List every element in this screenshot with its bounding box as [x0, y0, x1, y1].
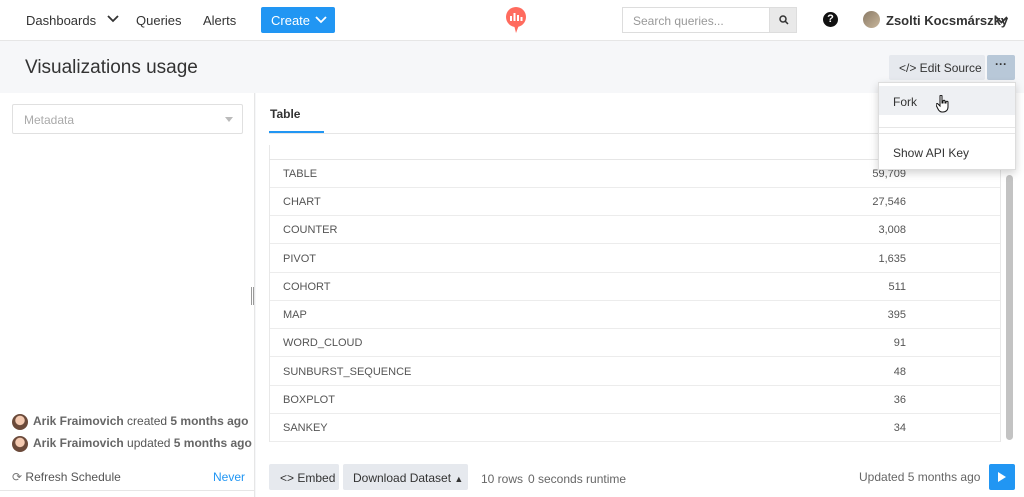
schema-placeholder: Metadata — [24, 113, 75, 127]
avatar — [12, 414, 28, 430]
embed-button[interactable]: <> Embed — [269, 464, 339, 490]
avatar[interactable] — [863, 11, 880, 28]
chevron-down-icon[interactable] — [995, 14, 1008, 26]
table-row: SANKEY 34 — [270, 414, 1000, 442]
tab-table[interactable]: Table — [270, 107, 300, 121]
caret-up-icon: ▲ — [454, 474, 464, 484]
cell-type: SUNBURST_SEQUENCE — [283, 366, 412, 378]
table-row: MAP 395 — [270, 301, 1000, 329]
create-label: Create — [271, 13, 311, 28]
row-count: 10 rows — [481, 472, 524, 486]
resize-handle[interactable] — [251, 287, 254, 305]
cell-count: 91 — [893, 337, 906, 349]
cell-type: SANKEY — [283, 422, 328, 434]
caret-down-icon — [225, 117, 233, 122]
creator-name: Arik Fraimovich — [33, 414, 124, 429]
cell-count: 36 — [893, 394, 906, 406]
created-time: 5 months ago — [170, 414, 249, 429]
cell-count: 48 — [893, 366, 906, 378]
download-label: Download Dataset — [353, 471, 452, 485]
chevron-down-icon — [315, 16, 327, 24]
cell-type: PIVOT — [283, 253, 317, 265]
page-title[interactable]: Visualizations usage — [25, 57, 198, 79]
redash-logo-icon[interactable] — [504, 6, 528, 34]
cell-count: 511 — [888, 281, 906, 293]
cell-type: WORD_CLOUD — [283, 337, 363, 349]
refresh-icon: ⟳ — [12, 470, 23, 484]
cell-type: MAP — [283, 309, 307, 321]
updated-info: Arik Fraimovich updated 5 months ago — [12, 436, 252, 452]
updated-time: 5 months ago — [173, 436, 252, 451]
cell-type: COUNTER — [283, 224, 338, 236]
table-row: COHORT 511 — [270, 273, 1000, 301]
nav-alerts[interactable]: Alerts — [203, 13, 236, 28]
runtime: 0 seconds runtime — [528, 472, 627, 486]
nav-queries[interactable]: Queries — [136, 13, 182, 28]
table-row: WORD_CLOUD 91 — [270, 329, 1000, 357]
table-row: SUNBURST_SEQUENCE 48 — [270, 358, 1000, 386]
play-icon — [998, 472, 1006, 482]
updated-time-footer: Updated 5 months ago — [859, 470, 981, 484]
create-button[interactable]: Create — [261, 7, 335, 33]
cell-count: 3,008 — [878, 224, 906, 236]
created-info: Arik Fraimovich created 5 months ago — [12, 414, 248, 430]
cell-count: 34 — [893, 422, 906, 434]
avatar — [12, 436, 28, 452]
table-row: BOXPLOT 36 — [270, 386, 1000, 414]
cell-count: 1,635 — [878, 253, 906, 265]
top-navbar: Dashboards Queries Alerts Create Search … — [0, 0, 1024, 41]
user-name[interactable]: Zsolti Kocsmárszky — [886, 13, 1008, 28]
refresh-schedule-label: ⟳ Refresh Schedule — [12, 470, 121, 484]
refresh-schedule-text: Refresh Schedule — [25, 470, 121, 484]
updater-name: Arik Fraimovich — [33, 436, 124, 451]
execute-button[interactable] — [989, 464, 1015, 490]
cell-count: 27,546 — [872, 196, 906, 208]
refresh-schedule-link[interactable]: Never — [213, 470, 245, 484]
search-input[interactable]: Search queries... — [622, 7, 769, 33]
updated-label: updated — [127, 436, 171, 451]
table-row: PIVOT 1,635 — [270, 245, 1000, 273]
search-icon — [779, 15, 789, 25]
hand-cursor-icon — [936, 95, 949, 113]
table-row: CHART 27,546 — [270, 188, 1000, 216]
nav-dashboards[interactable]: Dashboards — [26, 13, 96, 28]
scrollbar[interactable] — [1006, 175, 1013, 440]
search-button[interactable] — [769, 7, 797, 33]
edit-source-button[interactable]: </> Edit Source — [889, 55, 985, 80]
menu-divider — [879, 127, 1015, 128]
cell-type: COHORT — [283, 281, 331, 293]
cell-type: CHART — [283, 196, 321, 208]
cell-count: 395 — [887, 309, 906, 321]
more-options-button[interactable]: ··· — [987, 55, 1015, 80]
download-dataset-button[interactable]: Download Dataset ▲ — [343, 464, 468, 490]
cell-type: BOXPLOT — [283, 394, 335, 406]
schema-select[interactable]: Metadata — [12, 104, 243, 134]
help-icon[interactable]: ? — [823, 12, 838, 27]
created-label: created — [127, 414, 168, 429]
table-row: COUNTER 3,008 — [270, 216, 1000, 244]
menu-item-show-api-key[interactable]: Show API Key — [893, 146, 969, 160]
cell-type: TABLE — [283, 168, 318, 180]
divider — [0, 490, 255, 491]
menu-divider — [879, 133, 1015, 134]
chevron-down-icon[interactable] — [106, 12, 120, 26]
